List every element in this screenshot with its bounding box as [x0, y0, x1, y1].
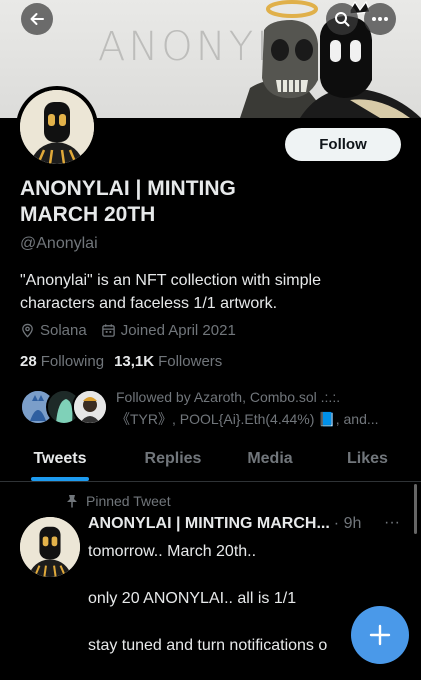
followers-count: 13,1K [114, 353, 155, 370]
pinned-tweet-label: Pinned Tweet [66, 493, 171, 509]
profile-name-line-2: MARCH 20TH [20, 203, 156, 226]
profile-joined: Joined April 2021 [120, 322, 236, 339]
tweet-more-button[interactable]: ··· [384, 514, 400, 532]
profile-meta: Solana Joined April 2021 [20, 322, 250, 339]
following-link[interactable]: 28 Following [20, 353, 104, 370]
tweet-text[interactable]: tomorrow.. March 20th.. only 20 ANONYLAI… [88, 540, 388, 680]
tab-tweets[interactable]: Tweets [0, 440, 120, 481]
tweet-author-avatar[interactable] [20, 517, 80, 577]
followed-by-text[interactable]: Followed by Azaroth, Combo.sol .:.:. 《TY… [116, 386, 406, 430]
pinned-tweet-text: Pinned Tweet [86, 493, 171, 509]
scrollbar[interactable] [414, 484, 417, 534]
tweet-line-2: only 20 ANONYLAI.. all is 1/1 [88, 590, 297, 607]
plus-icon [369, 624, 391, 646]
tweet-timestamp[interactable]: · 9h [334, 515, 362, 533]
profile-avatar[interactable] [16, 86, 98, 168]
arrow-left-icon [30, 13, 44, 25]
profile-tabs: Tweets Replies Media Likes [0, 440, 421, 482]
followers-link[interactable]: 13,1K Followers [114, 353, 222, 370]
profile-name: ANONYLAI | MINTING MARCH 20TH [20, 176, 400, 228]
tab-media[interactable]: Media [226, 440, 314, 481]
tweet-avatar-image [20, 517, 80, 577]
bio-line-2: characters and faceless 1/1 artwork. [20, 295, 278, 312]
back-button[interactable] [21, 3, 53, 35]
followed-by-line-1: Followed by Azaroth, Combo.sol .:.:. [116, 389, 341, 405]
pin-icon [67, 495, 77, 508]
tab-replies[interactable]: Replies [120, 440, 226, 481]
follow-counts: 28 Following 13,1K Followers [20, 353, 232, 370]
tweet-header: ANONYLAI | MINTING MARCH... · 9h [88, 515, 406, 533]
more-options-button[interactable] [364, 3, 396, 35]
followers-label: Followers [158, 353, 223, 370]
compose-tweet-button[interactable] [351, 606, 409, 664]
avatar-image [20, 90, 94, 164]
search-button[interactable] [326, 3, 358, 35]
follower-avatar-3 [72, 389, 108, 425]
profile-handle: @Anonylai [20, 235, 98, 252]
active-tab-indicator [31, 477, 89, 481]
follow-button[interactable]: Follow [285, 128, 401, 161]
tweet-line-3: stay tuned and turn notifications o [88, 637, 328, 654]
tweet-author-name[interactable]: ANONYLAI | MINTING MARCH... [88, 515, 330, 533]
profile-location: Solana [40, 322, 87, 339]
location-pin-icon [22, 323, 33, 338]
profile-bio: "Anonylai" is an NFT collection with sim… [20, 269, 405, 315]
followed-by-avatars[interactable] [20, 389, 110, 427]
tweet-line-1: tomorrow.. March 20th.. [88, 543, 257, 560]
calendar-icon [101, 324, 115, 337]
profile-name-line-1: ANONYLAI | MINTING [20, 177, 236, 200]
following-count: 28 [20, 353, 37, 370]
more-dots-icon [372, 17, 388, 21]
following-label: Following [40, 353, 105, 370]
bio-line-1: "Anonylai" is an NFT collection with sim… [20, 272, 321, 289]
search-icon [335, 12, 350, 27]
tab-likes[interactable]: Likes [314, 440, 421, 481]
followed-by-line-2: 《TYR》, POOL{Ai}.Eth(4.44%) 📘, and... [116, 411, 379, 427]
